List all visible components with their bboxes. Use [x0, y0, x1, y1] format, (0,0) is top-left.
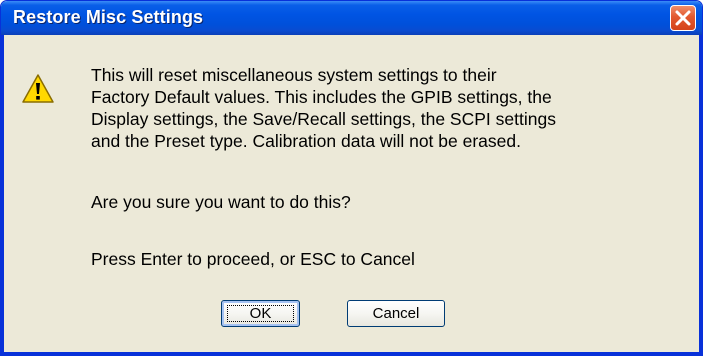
cancel-button-label: Cancel [372, 305, 420, 322]
window-border-left [1, 35, 4, 355]
window-border-bottom [1, 352, 702, 355]
keyboard-instruction: Press Enter to proceed, or ESC to Cancel [91, 249, 415, 269]
warning-icon [22, 74, 54, 103]
restore-misc-settings-dialog: Restore Misc Settings This will reset mi… [0, 0, 703, 356]
window-border-right [699, 35, 702, 355]
message-line: Display settings, the Save/Recall settin… [91, 109, 556, 129]
warning-message: This will reset miscellaneous system set… [91, 64, 691, 152]
close-icon [675, 10, 691, 26]
message-line: This will reset miscellaneous system set… [91, 65, 497, 85]
close-button[interactable] [670, 5, 696, 31]
ok-button-label: OK [249, 305, 272, 322]
dialog-title: Restore Misc Settings [13, 7, 204, 27]
ok-button[interactable]: OK [221, 300, 300, 327]
title-bar[interactable]: Restore Misc Settings [1, 1, 702, 35]
message-line: Factory Default values. This includes th… [91, 87, 552, 107]
message-line: and the Preset type. Calibration data wi… [91, 131, 521, 151]
confirmation-question: Are you sure you want to do this? [91, 192, 351, 212]
cancel-button[interactable]: Cancel [347, 300, 445, 327]
